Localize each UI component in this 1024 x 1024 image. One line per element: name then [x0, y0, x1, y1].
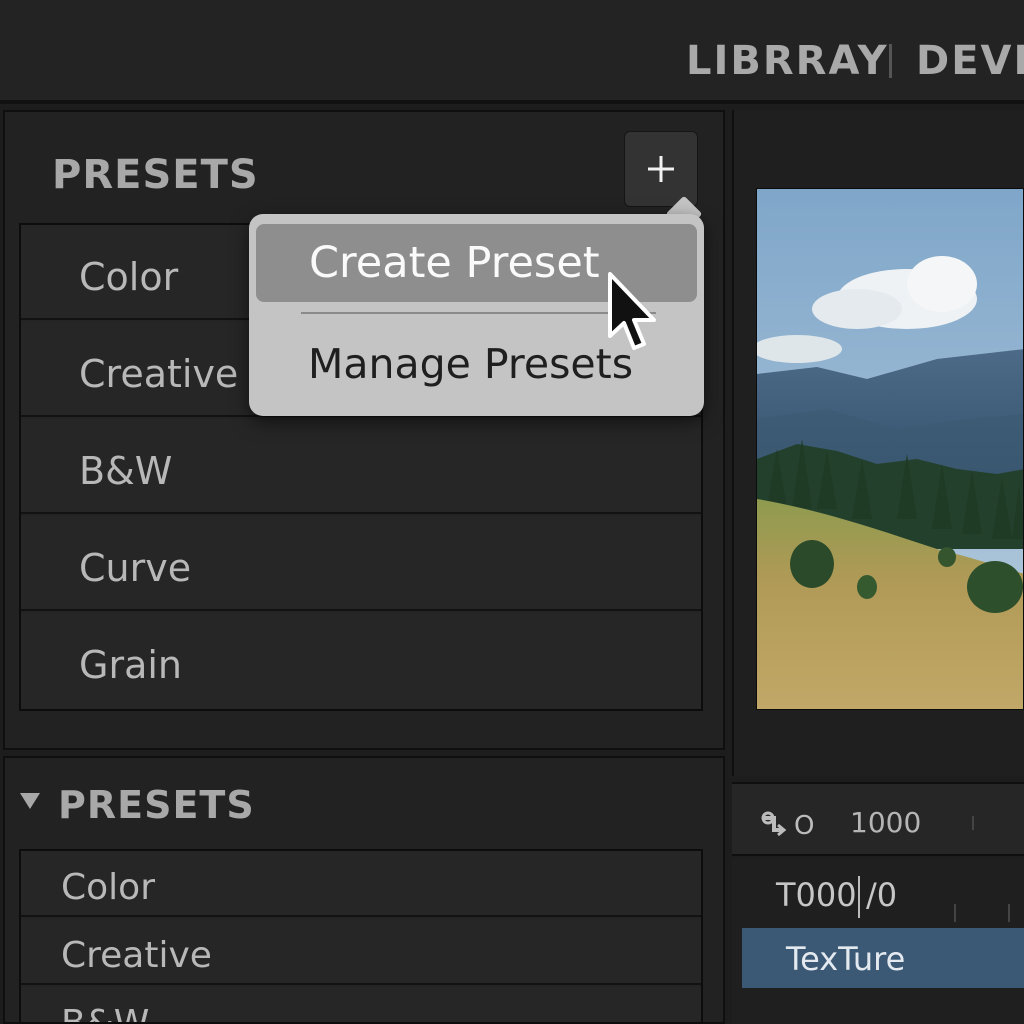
- landscape-image: [757, 189, 1023, 709]
- preset-item-grain[interactable]: Grain: [21, 613, 701, 708]
- preset-item-label: Creative: [79, 352, 239, 396]
- info-tick: [972, 816, 974, 830]
- info-bar: O 1000: [732, 782, 1024, 856]
- preset-item-label: B&W: [79, 449, 173, 493]
- detail-divider: [858, 876, 860, 918]
- preset2-item-label: Creative: [61, 935, 212, 976]
- detail-value: T000: [776, 876, 857, 914]
- info-value: 1000: [850, 806, 922, 839]
- texture-row-label: TexTure: [786, 940, 906, 978]
- preset-item-label: Grain: [79, 643, 182, 687]
- landscape-photo[interactable]: [756, 188, 1024, 710]
- preset-item-label: Curve: [79, 546, 192, 590]
- module-develop[interactable]: DEVE: [916, 38, 1024, 84]
- preset2-item-creative[interactable]: Creative: [21, 919, 701, 985]
- mouse-cursor-icon: [608, 272, 656, 350]
- ruler-tick: [1008, 904, 1010, 922]
- create-preset-label: Create Preset: [309, 238, 600, 288]
- menu-divider: [301, 312, 656, 314]
- top-bar: LIBRRAY DEVE: [0, 0, 1024, 104]
- presets-panel-title: PRESETS: [52, 152, 259, 198]
- preset2-item-bw[interactable]: B&W: [21, 987, 701, 1024]
- swap-icon-text: O: [794, 811, 814, 838]
- manage-presets-label: Manage Presets: [308, 340, 634, 388]
- swap-icon[interactable]: O: [760, 808, 820, 838]
- module-separator: [889, 44, 892, 78]
- detail-panel: T000 /0 TexTure: [732, 858, 1024, 1024]
- preset-item-curve[interactable]: Curve: [21, 516, 701, 611]
- preset2-item-label: Color: [61, 867, 155, 908]
- add-preset-button[interactable]: [624, 131, 698, 207]
- module-library[interactable]: LIBRRAY: [686, 38, 889, 84]
- preset2-item-color[interactable]: Color: [21, 851, 701, 917]
- presets-panel-2-title[interactable]: PRESETS: [58, 783, 255, 827]
- texture-row-selected[interactable]: TexTure: [742, 928, 1024, 988]
- detail-value-2: /0: [866, 876, 898, 914]
- presets-list-2: Color Creative B&W: [19, 849, 703, 1024]
- preset2-item-label: B&W: [61, 1003, 150, 1024]
- preset-item-bw[interactable]: B&W: [21, 419, 701, 514]
- preset-item-label: Color: [79, 255, 179, 299]
- ruler-tick: [954, 904, 956, 922]
- triangle-down-icon[interactable]: [20, 793, 40, 809]
- plus-icon: [648, 156, 674, 182]
